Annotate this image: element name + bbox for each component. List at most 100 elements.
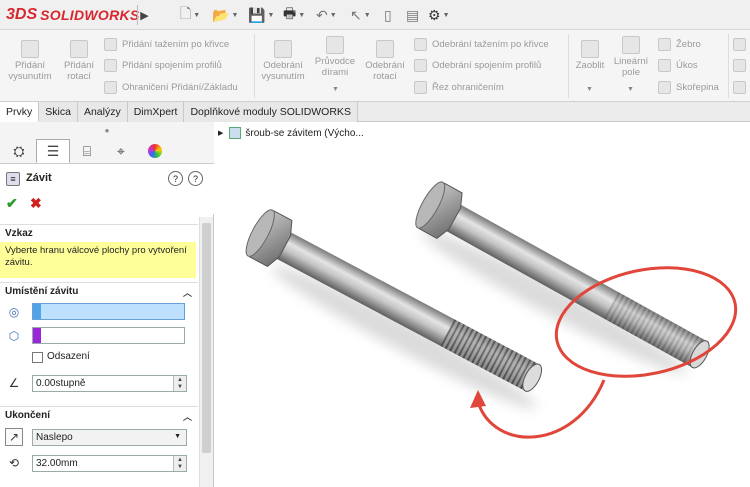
new-document-button[interactable]: 🗋 ▼ (180, 5, 200, 25)
linear-pattern-button[interactable]: Lineární pole (610, 36, 652, 78)
chevron-down-icon[interactable]: ▼ (586, 86, 593, 93)
solidworks-logo[interactable]: 3DS SOLIDWORKS (6, 5, 140, 25)
tab-dimxpert[interactable]: DimXpert (127, 102, 185, 122)
property-manager-tab[interactable]: ☰ (36, 139, 70, 163)
property-manager-header: ≡ Závit ? ? ✔ ✖ (0, 164, 214, 214)
message-section-header[interactable]: Vzkaz (0, 224, 198, 242)
rib-button[interactable]: Žebro (658, 38, 701, 51)
intersect-icon (733, 59, 746, 72)
swept-boss-icon (104, 38, 117, 51)
save-icon: 💾 (248, 6, 266, 23)
chevron-down-icon: ▼ (298, 11, 306, 19)
open-folder-icon: 📂 (212, 6, 230, 23)
angle-spinner[interactable]: ▲ ▼ (173, 376, 186, 391)
feature-manager-tab[interactable]: ⛭ (2, 139, 36, 163)
mirror-icon (733, 81, 746, 94)
title-bar: 3DS SOLIDWORKS ▶ 🗋 ▼ 📂 ▼ 💾 ▼ 🖶 ▼ ↶ ▼ ↖ ▼ ▯ ▤ ⚙… (0, 0, 750, 30)
panel-scrollbar[interactable] (199, 217, 213, 487)
mirror-button[interactable] (733, 81, 750, 94)
angle-icon: ∠ (8, 376, 20, 390)
depth-spinner[interactable]: ▲ ▼ (173, 456, 186, 471)
swept-cut-button[interactable]: Odebrání tažením po křivce (414, 38, 549, 51)
swept-boss-button[interactable]: Přidání tažením po křivce (104, 38, 229, 51)
collapse-chevron-icon[interactable]: ︿ (183, 410, 192, 423)
fillet-icon (581, 40, 599, 58)
dimxpert-manager-tab[interactable]: ⌖ (104, 139, 138, 163)
ribbon-divider (568, 34, 569, 98)
start-location-box[interactable] (32, 327, 185, 344)
scrollbar-thumb[interactable] (202, 223, 211, 453)
open-button[interactable]: 📂 ▼ (212, 5, 238, 25)
crosshair-icon: ⌖ (117, 142, 125, 159)
options-button[interactable]: ⚙ ▼ (428, 5, 450, 25)
graphics-area[interactable]: ▶ šroub-se závitem (Výcho... (214, 122, 750, 487)
shell-button[interactable]: Skořepina (658, 81, 719, 94)
select-button[interactable]: ↖ ▼ (350, 5, 371, 25)
command-manager-tabs: Prvky Skica Analýzy DimXpert Doplňkové m… (0, 102, 750, 122)
draft-button[interactable]: Úkos (658, 59, 698, 72)
thread-location-header[interactable]: Umístění závitu ︿ (0, 282, 198, 300)
hole-wizard-button[interactable]: Průvodce dírami (312, 36, 358, 78)
bolts-model-view (245, 181, 738, 439)
selection-color-swatch (33, 304, 41, 319)
ribbon-divider (254, 34, 255, 98)
start-angle-input[interactable]: 0.00stupně ▲ ▼ (32, 375, 187, 392)
undo-icon: ↶ (316, 6, 328, 23)
ok-checkmark-icon[interactable]: ✔ (6, 195, 18, 212)
color-wheel-icon (148, 144, 162, 158)
tab-features[interactable]: Prvky (0, 102, 40, 122)
spin-up-icon: ▲ (177, 376, 183, 383)
collapse-chevron-icon[interactable]: ︿ (183, 286, 192, 299)
help-icon[interactable]: ? (168, 171, 183, 186)
reverse-direction-icon[interactable]: ↗ (5, 428, 23, 446)
display-manager-tab[interactable] (138, 139, 172, 163)
chevron-down-icon: ▼ (193, 11, 201, 19)
menu-expand-button[interactable]: ▶ (137, 5, 151, 25)
lofted-cut-button[interactable]: Odebrání spojením profilů (414, 59, 541, 72)
lofted-boss-button[interactable]: Přidání spojením profilů (104, 59, 222, 72)
panel-grip[interactable]: ● (0, 122, 214, 138)
print-button[interactable]: 🖶 ▼ (283, 5, 305, 25)
offset-label: Odsazení (47, 351, 90, 362)
wrap-button[interactable] (733, 38, 750, 51)
save-button[interactable]: 💾 ▼ (248, 5, 274, 25)
revolve-cut-button[interactable]: Odebrání rotací (362, 40, 408, 82)
boundary-cut-button[interactable]: Řez ohraničením (414, 81, 504, 94)
tab-evaluate[interactable]: Analýzy (77, 102, 128, 122)
revolve-boss-button[interactable]: Přidání rotací (58, 40, 100, 82)
extrude-cut-button[interactable]: Odebrání vysunutím (258, 40, 308, 82)
property-manager-panel: ● ⛭ ☰ ⌸ ⌖ ≡ Závit ? ? ✔ ✖ Vzkaz Vyberte … (0, 122, 214, 487)
end-condition-header[interactable]: Ukončení ︿ (0, 406, 198, 424)
feature-title: Závit (26, 172, 52, 184)
chevron-down-icon: ▼ (267, 11, 275, 19)
undo-button[interactable]: ↶ ▼ (316, 5, 337, 25)
extrude-boss-button[interactable]: Přidání vysunutím (6, 40, 54, 82)
lofted-boss-icon (104, 59, 117, 72)
depth-input[interactable]: 32.00mm ▲ ▼ (32, 455, 187, 472)
offset-checkbox[interactable] (32, 352, 43, 363)
end-type-select[interactable]: Naslepo ▼ (32, 429, 187, 446)
chevron-down-icon[interactable]: ▼ (332, 86, 339, 93)
configuration-manager-tab[interactable]: ⌸ (70, 139, 104, 163)
traffic-light-icon: ▯ (384, 6, 392, 23)
extrude-boss-icon (21, 40, 39, 58)
cylindrical-edge-icon: ◎ (8, 305, 20, 319)
file-properties-button[interactable]: ▤ (406, 5, 419, 25)
linear-pattern-icon (622, 36, 640, 54)
chevron-down-icon[interactable]: ▼ (627, 86, 634, 93)
tab-addins[interactable]: Doplňkové moduly SOLIDWORKS (184, 102, 358, 122)
gear-icon: ⚙ (428, 6, 441, 23)
chevron-down-icon: ▼ (231, 11, 239, 19)
spin-down-icon: ▼ (177, 463, 183, 470)
whats-wrong-icon[interactable]: ? (188, 171, 203, 186)
chevron-down-icon: ▼ (442, 11, 450, 19)
intersect-button[interactable] (733, 59, 750, 72)
cancel-x-icon[interactable]: ✖ (30, 195, 42, 212)
rebuild-button[interactable]: ▯ (384, 5, 392, 25)
fillet-button[interactable]: Zaoblit (572, 40, 608, 71)
wrap-icon (733, 38, 746, 51)
boundary-boss-icon (104, 81, 117, 94)
tab-sketch[interactable]: Skica (39, 102, 78, 122)
edge-selection-box[interactable] (32, 303, 185, 320)
boundary-boss-button[interactable]: Ohraničení Přidání/Základu (104, 81, 238, 94)
